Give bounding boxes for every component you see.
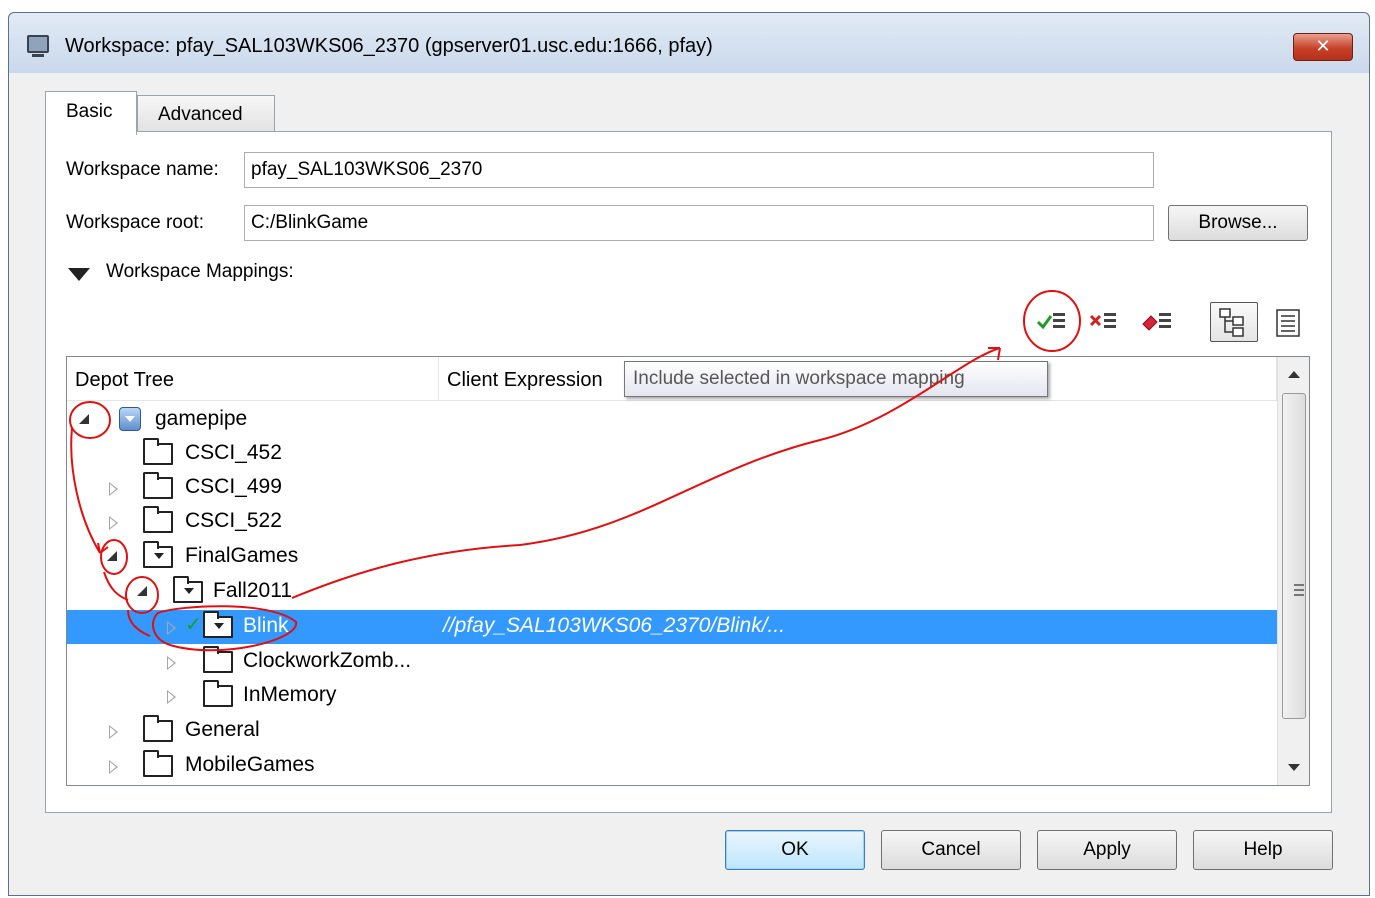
tree-row-finalgames[interactable]: FinalGames bbox=[67, 540, 1277, 574]
ok-button[interactable]: OK bbox=[725, 830, 865, 870]
tree-label: CSCI_452 bbox=[185, 441, 282, 464]
expanded-arrow-icon[interactable] bbox=[137, 586, 147, 596]
tab-advanced[interactable]: Advanced bbox=[137, 95, 275, 133]
collapsed-arrow-icon[interactable] bbox=[109, 482, 118, 496]
folder-icon bbox=[143, 506, 173, 533]
tree-row-blink[interactable]: ✓ Blink //pfay_SAL103WKS06_2370/Blink/..… bbox=[67, 610, 1277, 644]
column-header-depot-tree[interactable]: Depot Tree bbox=[67, 357, 439, 401]
monitor-icon bbox=[27, 35, 49, 57]
tree-row-clockworkzomb[interactable]: ClockworkZomb... bbox=[67, 645, 1277, 679]
client-expression-cell: //pfay_SAL103WKS06_2370/Blink/... bbox=[443, 614, 786, 637]
collapsed-arrow-icon[interactable] bbox=[109, 760, 118, 774]
tree-row-gamepipe[interactable]: gamepipe bbox=[67, 403, 1277, 437]
scroll-down-icon[interactable] bbox=[1288, 764, 1300, 771]
tree-label: General bbox=[185, 718, 260, 741]
scroll-up-icon[interactable] bbox=[1288, 371, 1300, 378]
expanded-arrow-icon[interactable] bbox=[107, 551, 117, 561]
grip-icon bbox=[1294, 584, 1304, 596]
window-title: Workspace: pfay_SAL103WKS06_2370 (gpserv… bbox=[65, 35, 713, 57]
mapped-folder-icon bbox=[143, 541, 173, 568]
vertical-scrollbar[interactable] bbox=[1277, 357, 1309, 785]
workspace-root-input[interactable]: C:/BlinkGame bbox=[244, 205, 1154, 241]
tree-row-inmemory[interactable]: InMemory bbox=[67, 679, 1277, 713]
tree-label: CSCI_522 bbox=[185, 509, 282, 532]
collapsed-arrow-icon[interactable] bbox=[167, 690, 176, 704]
folder-icon bbox=[143, 715, 173, 742]
clear-mapping-icon[interactable] bbox=[1140, 304, 1174, 338]
close-button[interactable]: ✕ bbox=[1293, 33, 1353, 61]
tree-row-mobilegames[interactable]: MobileGames bbox=[67, 749, 1277, 783]
scroll-thumb[interactable] bbox=[1282, 393, 1306, 719]
basic-tab-panel: Workspace name: pfay_SAL103WKS06_2370 Wo… bbox=[45, 131, 1332, 813]
help-button[interactable]: Help bbox=[1193, 830, 1333, 870]
mapped-folder-icon bbox=[203, 611, 233, 638]
tree-label: gamepipe bbox=[155, 407, 248, 430]
collapsed-arrow-icon[interactable] bbox=[109, 725, 118, 739]
tree-row-fall2011[interactable]: Fall2011 bbox=[67, 575, 1277, 609]
apply-button[interactable]: Apply bbox=[1037, 830, 1177, 870]
tree-row-csci-452[interactable]: CSCI_452 bbox=[67, 437, 1277, 471]
tree-row-general[interactable]: General bbox=[67, 714, 1277, 748]
tooltip: Include selected in workspace mapping bbox=[624, 361, 1048, 397]
collapsed-arrow-icon[interactable] bbox=[109, 516, 118, 530]
tree-row-csci-522[interactable]: CSCI_522 bbox=[67, 505, 1277, 539]
depot-icon bbox=[119, 407, 141, 431]
dialog-client-area: Basic Advanced Workspace name: pfay_SAL1… bbox=[9, 73, 1369, 895]
workspace-dialog: Workspace: pfay_SAL103WKS06_2370 (gpserv… bbox=[8, 12, 1370, 896]
tree-label: Blink bbox=[243, 614, 289, 637]
included-check-icon: ✓ bbox=[185, 612, 202, 636]
workspace-mappings-label: Workspace Mappings: bbox=[106, 261, 294, 282]
tree-label: FinalGames bbox=[185, 544, 299, 567]
folder-icon bbox=[143, 438, 173, 465]
tab-basic[interactable]: Basic bbox=[45, 91, 137, 135]
folder-icon bbox=[143, 750, 173, 777]
mappings-expander-icon[interactable] bbox=[68, 268, 90, 281]
tree-view-icon[interactable] bbox=[1210, 302, 1258, 342]
mapped-folder-icon bbox=[173, 576, 203, 603]
folder-icon bbox=[203, 680, 233, 707]
expanded-arrow-icon[interactable] bbox=[79, 414, 89, 424]
workspace-root-label: Workspace root: bbox=[66, 212, 204, 233]
workspace-name-label: Workspace name: bbox=[66, 159, 219, 180]
workspace-name-input[interactable]: pfay_SAL103WKS06_2370 bbox=[244, 152, 1154, 188]
collapsed-arrow-icon[interactable] bbox=[167, 656, 176, 670]
browse-button[interactable]: Browse... bbox=[1168, 205, 1308, 241]
tree-row-csci-499[interactable]: CSCI_499 bbox=[67, 471, 1277, 505]
exclude-mapping-icon[interactable] bbox=[1086, 304, 1120, 338]
folder-icon bbox=[203, 646, 233, 673]
tree-label: ClockworkZomb... bbox=[243, 649, 412, 672]
tree-label: CSCI_499 bbox=[185, 475, 282, 498]
depot-tree-grid[interactable]: Depot Tree Client Expression Include sel… bbox=[66, 356, 1310, 786]
include-mapping-icon[interactable] bbox=[1034, 304, 1068, 338]
text-view-icon[interactable] bbox=[1272, 306, 1306, 340]
collapsed-arrow-icon[interactable] bbox=[167, 621, 176, 635]
folder-icon bbox=[143, 472, 173, 499]
cancel-button[interactable]: Cancel bbox=[881, 830, 1021, 870]
tree-label: InMemory bbox=[243, 683, 337, 706]
tree-label: MobileGames bbox=[185, 753, 315, 776]
title-bar[interactable]: Workspace: pfay_SAL103WKS06_2370 (gpserv… bbox=[9, 13, 1369, 73]
tree-label: Fall2011 bbox=[213, 579, 292, 602]
